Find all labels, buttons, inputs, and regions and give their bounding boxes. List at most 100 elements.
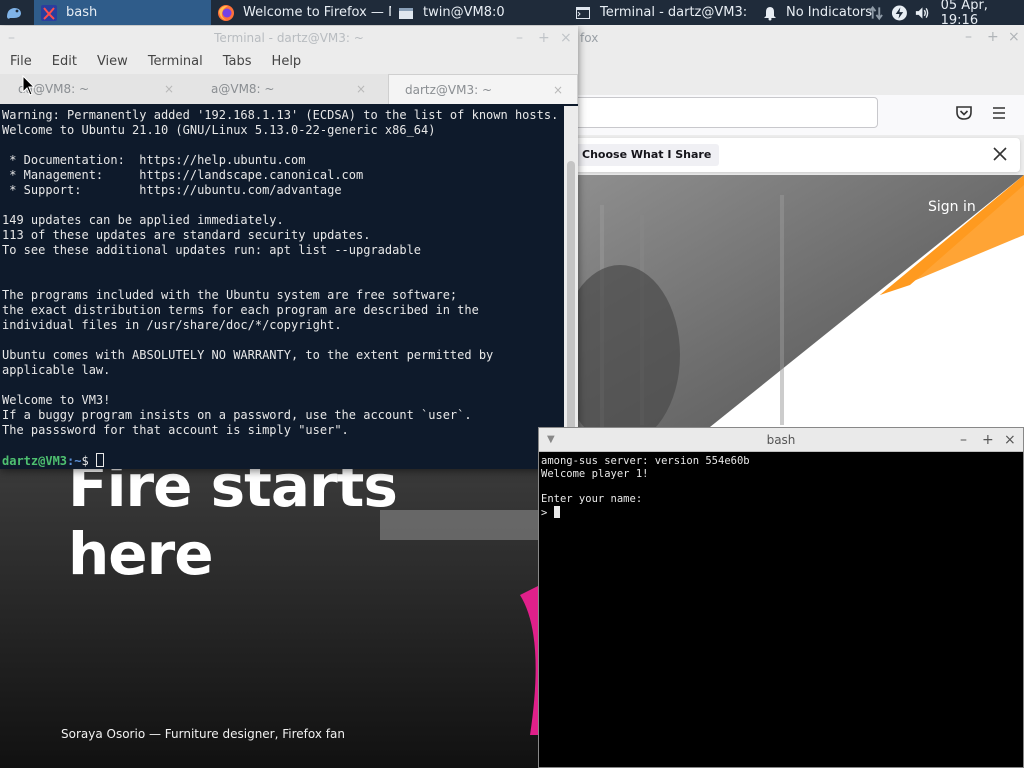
menu-terminal[interactable]: Terminal [138, 50, 213, 74]
output-line: individual files in /usr/share/doc/*/cop… [2, 318, 342, 332]
menu-help[interactable]: Help [262, 50, 312, 74]
tab-close-icon[interactable]: × [356, 74, 366, 104]
taskbar-label: Terminal - dartz@VM3: ~ [600, 5, 750, 20]
output-line: the exact distribution terms for each pr… [2, 303, 479, 317]
bash-lines: among-sus server: version 554e60b Welcome… [541, 455, 1023, 506]
taskbar-label: Welcome to Firefox — M... [243, 5, 391, 20]
mouse-pointer-icon [22, 75, 36, 96]
menu-tabs[interactable]: Tabs [213, 50, 262, 74]
terminal-menubar: File Edit View Terminal Tabs Help [0, 50, 578, 74]
output-line: Welcome to VM3! [2, 393, 111, 407]
minimize-icon[interactable]: – [516, 26, 523, 50]
terminal-title: Terminal - dartz@VM3: ~ [214, 31, 364, 45]
close-icon[interactable] [988, 142, 1012, 166]
output-line: Welcome player 1! [541, 467, 649, 480]
tab-dartz-vm3[interactable]: dartz@VM3: ~ × [388, 74, 578, 104]
tab-close-icon[interactable]: × [553, 75, 563, 105]
terminal-cursor [95, 453, 104, 467]
terminal-scrollbar[interactable] [564, 106, 578, 469]
data-sharing-notice: Choose What I Share [560, 138, 1020, 172]
terminal-lines: Warning: Permanently added '192.168.1.13… [2, 108, 564, 453]
tab-a-vm8[interactable]: a@VM8: ~ × [186, 74, 386, 104]
output-line: If a buggy program insists on a password… [2, 408, 472, 422]
taskbar-label: bash [66, 5, 98, 20]
url-bar[interactable] [560, 97, 878, 128]
terminal-titlebar[interactable]: Terminal - dartz@VM3: ~ – – + × [0, 26, 578, 50]
minimize-icon[interactable]: – [960, 428, 967, 452]
close-icon[interactable]: × [1008, 29, 1020, 45]
taskbar-item-firefox[interactable]: Welcome to Firefox — M... [211, 0, 391, 25]
tab-close-icon[interactable]: × [164, 74, 174, 104]
hero-title-line2: here [68, 520, 214, 588]
bash-cursor [553, 506, 560, 519]
close-icon[interactable]: × [560, 26, 572, 50]
prompt-user: dartz@VM3 [2, 454, 68, 468]
top-panel: bash Welcome to Firefox — M... twin@VM8:… [0, 0, 1024, 28]
output-line: among-sus server: version 554e60b [541, 455, 750, 467]
menu-view[interactable]: View [87, 50, 138, 74]
output-line: To see these additional updates run: apt… [2, 243, 422, 257]
xfce-terminal-icon [41, 4, 57, 21]
output-line: Warning: Permanently added '192.168.1.13… [2, 108, 559, 122]
notification-area[interactable]: No Indicators [762, 0, 872, 25]
menu-file[interactable]: File [0, 50, 42, 74]
terminal-prompt-line: dartz@VM3:~$ [2, 453, 564, 469]
network-arrows-icon[interactable] [868, 4, 885, 22]
taskbar-item-terminal[interactable]: Terminal - dartz@VM3: ~ [568, 0, 750, 25]
output-line: Ubuntu comes with ABSOLUTELY NO WARRANTY… [2, 348, 494, 362]
hamburger-menu-icon[interactable] [990, 105, 1008, 121]
tab-label: a@VM8: ~ [211, 82, 275, 96]
bash-output[interactable]: among-sus server: version 554e60b Welcome… [539, 453, 1023, 767]
choose-what-i-share-button[interactable]: Choose What I Share [574, 144, 720, 166]
taskbar-label: twin@VM8:0 [423, 5, 505, 20]
prompt-symbol: $ [81, 454, 96, 468]
power-icon[interactable] [891, 4, 908, 22]
bell-icon [764, 6, 776, 20]
terminal-output[interactable]: Warning: Permanently added '192.168.1.13… [0, 106, 564, 469]
bash-prompt: > [541, 507, 554, 520]
scrollbar-thumb[interactable] [567, 161, 575, 461]
hero-caption: Soraya Osorio — Furniture designer, Fire… [61, 727, 345, 741]
terminal-window: Terminal - dartz@VM3: ~ – – + × File Edi… [0, 26, 578, 469]
whisker-menu-icon[interactable] [4, 3, 24, 22]
pocket-icon[interactable] [955, 105, 973, 121]
maximize-icon[interactable]: + [982, 428, 994, 452]
bash-prompt-line: > [541, 506, 1023, 520]
taskbar-item-bash[interactable]: bash [34, 0, 211, 25]
menu-edit[interactable]: Edit [42, 50, 87, 74]
maximize-icon[interactable]: + [987, 29, 999, 45]
maximize-icon[interactable]: + [538, 26, 550, 50]
output-line: * Management: https://landscape.canonica… [2, 168, 364, 182]
window-menu-icon[interactable]: – [8, 26, 15, 50]
output-line: The programs included with the Ubuntu sy… [2, 288, 458, 302]
signin-link[interactable]: Sign in [928, 199, 976, 215]
clock[interactable]: 05 Apr, 19:16 [941, 0, 1024, 28]
volume-icon[interactable] [914, 4, 931, 22]
output-line: Welcome to Ubuntu 21.10 (GNU/Linux 5.13.… [2, 123, 436, 137]
bash-titlebar[interactable]: ▼ bash – + × [539, 428, 1023, 452]
output-line: The passsword for that account is simply… [2, 423, 349, 437]
system-tray[interactable]: 05 Apr, 19:16 [868, 0, 1024, 28]
window-icon [399, 7, 413, 19]
minimize-icon[interactable]: – [965, 29, 972, 45]
tab-label: dartz@VM3: ~ [405, 83, 493, 97]
hero-title: Fire starts here [68, 452, 398, 588]
output-line: * Support: https://ubuntu.com/advantage [2, 183, 342, 197]
taskbar-item-twin[interactable]: twin@VM8:0 [391, 0, 568, 25]
window-menu-icon[interactable]: ▼ [547, 428, 555, 452]
output-line: applicable law. [2, 363, 111, 377]
prompt-path: :~ [67, 454, 82, 468]
output-line: Enter your name: [541, 493, 643, 506]
terminal-icon [576, 6, 590, 19]
close-icon[interactable]: × [1004, 428, 1016, 452]
bash-title: bash [766, 433, 796, 447]
firefox-title: fox [580, 31, 599, 45]
